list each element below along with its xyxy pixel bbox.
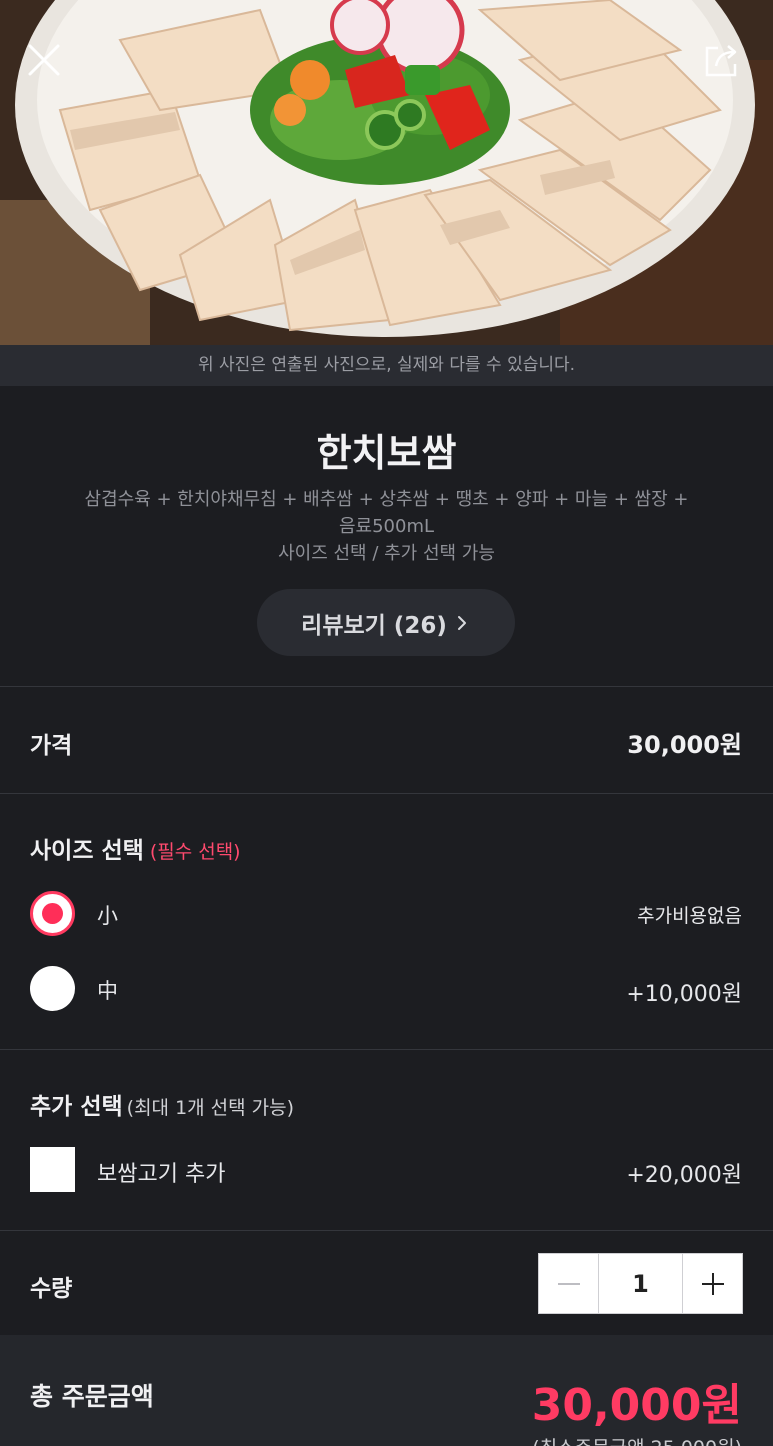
share-icon xyxy=(705,45,737,77)
price-value: 30,000원 xyxy=(627,731,742,759)
total-panel: 총 주문금액 30,000원 (최소주문금액 25,000원) xyxy=(0,1335,773,1446)
review-button[interactable]: 리뷰보기 (26) xyxy=(257,589,515,656)
extra-option-price: +20,000원 xyxy=(626,1163,742,1188)
menu-photo xyxy=(0,0,773,345)
plus-icon xyxy=(701,1272,724,1295)
menu-description-line: 삼겹수육 + 한치야채무침 + 배추쌈 + 상추쌈 + 땡초 + 양파 + 마늘… xyxy=(84,489,689,510)
extra-option-checkbox[interactable] xyxy=(30,1147,75,1192)
divider xyxy=(0,1230,773,1231)
size-section-title: 사이즈 선택 (필수 선택) xyxy=(30,831,241,865)
food-plate-illustration xyxy=(0,0,773,345)
minus-icon xyxy=(557,1282,580,1285)
photo-disclaimer: 위 사진은 연출된 사진으로, 실제와 다를 수 있습니다. xyxy=(0,345,773,386)
extra-note: (최대 1개 선택 가능) xyxy=(126,1097,295,1119)
total-label: 총 주문금액 xyxy=(30,1382,154,1411)
required-note: (필수 선택) xyxy=(149,841,241,863)
divider xyxy=(0,686,773,687)
size-title: 사이즈 선택 xyxy=(30,838,144,864)
extra-title: 추가 선택 xyxy=(30,1094,123,1120)
size-option-medium-price: +10,000원 xyxy=(626,982,742,1007)
extra-option-label: 보쌈고기 추가 xyxy=(97,1162,226,1187)
size-option-medium-radio[interactable] xyxy=(30,966,75,1011)
price-label: 가격 xyxy=(30,733,73,759)
size-option-medium-label: 中 xyxy=(97,979,118,1003)
close-icon xyxy=(28,44,60,76)
divider xyxy=(0,793,773,794)
size-option-small-radio[interactable] xyxy=(30,891,75,936)
min-order-note: (최소주문금액 25,000원) xyxy=(532,1433,742,1446)
review-button-label: 리뷰보기 (26) xyxy=(301,612,447,639)
quantity-value: 1 xyxy=(599,1254,683,1313)
decrease-button[interactable] xyxy=(539,1254,599,1313)
share-button[interactable] xyxy=(702,42,746,86)
quantity-label: 수량 xyxy=(30,1276,73,1302)
menu-description: 삼겹수육 + 한치야채무침 + 배추쌈 + 상추쌈 + 땡초 + 양파 + 마늘… xyxy=(60,486,713,567)
divider xyxy=(0,1049,773,1050)
size-option-small-price: 추가비용없음 xyxy=(637,905,742,927)
close-button[interactable] xyxy=(26,42,70,86)
extra-section-title: 추가 선택 (최대 1개 선택 가능) xyxy=(30,1087,294,1121)
increase-button[interactable] xyxy=(683,1254,742,1313)
menu-header: 한치보쌈 삼겹수육 + 한치야채무침 + 배추쌈 + 상추쌈 + 땡초 + 양파… xyxy=(0,386,773,686)
menu-description-line: 음료500mL xyxy=(338,516,435,537)
quantity-stepper: 1 xyxy=(538,1253,743,1314)
chevron-right-icon xyxy=(457,615,466,630)
total-value: 30,000원 xyxy=(531,1380,742,1431)
size-option-small-label: 小 xyxy=(97,904,118,928)
menu-description-line: 사이즈 선택 / 추가 선택 가능 xyxy=(278,543,495,564)
menu-name: 한치보쌈 xyxy=(316,431,457,475)
